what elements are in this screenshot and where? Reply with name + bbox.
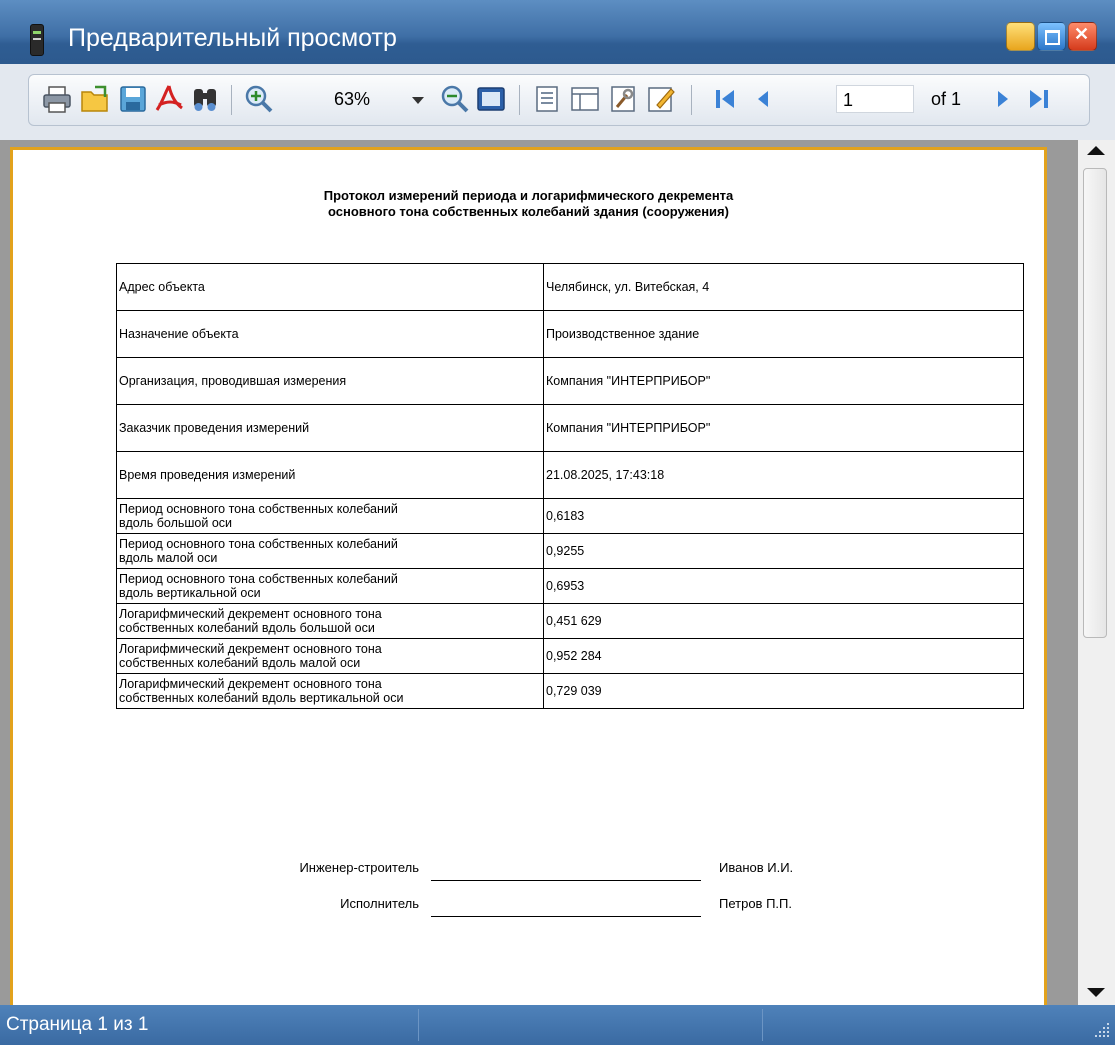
signature-role: Исполнитель [340,896,419,911]
zoom-select[interactable]: 63% [334,89,370,110]
zoom-in-icon[interactable] [243,83,275,115]
table-row: Адрес объекта Челябинск, ул. Витебская, … [116,263,1024,311]
row-key-line: Логарифмический декремент основного тона [119,642,382,656]
page-layout-icon[interactable] [569,83,601,115]
app-icon [30,24,44,56]
parameters-icon[interactable] [607,83,639,115]
status-divider [418,1009,419,1041]
row-key-line: Период основного тона собственных колеба… [119,537,398,551]
scroll-thumb[interactable] [1083,168,1107,638]
next-page-icon[interactable] [987,83,1019,115]
table-row: Логарифмический декремент основного тона… [116,603,1024,639]
page-count-label: of 1 [931,89,962,109]
row-value: 0,6953 [543,568,1024,604]
protocol-table: Адрес объекта Челябинск, ул. Витебская, … [116,263,1024,709]
row-key-line: Логарифмический декремент основного тона [119,677,382,691]
row-value: 0,6183 [543,498,1024,534]
last-page-icon[interactable] [1023,83,1055,115]
table-row: Период основного тона собственных колеба… [116,533,1024,569]
signature-name: Иванов И.И. [719,860,794,875]
table-row: Период основного тона собственных колеба… [116,498,1024,534]
row-key: Период основного тона собственных колеба… [116,568,544,604]
status-page-text: Страница 1 из 1 [6,1014,149,1035]
row-value: Компания "ИНТЕРПРИБОР" [543,357,1024,405]
toolbar-separator [691,85,692,115]
zoom-out-icon[interactable] [439,83,471,115]
row-key: Логарифмический декремент основного тона… [116,638,544,674]
document-title-line2: основного тона собственных колебаний зда… [328,204,729,219]
scroll-down-icon[interactable] [1087,988,1105,997]
table-row: Заказчик проведения измерений Компания "… [116,404,1024,452]
table-row: Логарифмический декремент основного тона… [116,673,1024,709]
row-key-line: собственных колебаний вдоль вертикальной… [119,691,404,705]
row-value: 0,729 039 [543,673,1024,709]
row-key: Назначение объекта [116,310,544,358]
status-bar: Страница 1 из 1 [0,1005,1115,1045]
table-row: Время проведения измерений 21.08.2025, 1… [116,451,1024,499]
row-value: 0,952 284 [543,638,1024,674]
pdf-icon[interactable] [153,83,185,115]
table-row: Организация, проводившая измерения Компа… [116,357,1024,405]
row-key: Время проведения измерений [116,451,544,499]
table-row: Период основного тона собственных колеба… [116,568,1024,604]
row-value: 0,451 629 [543,603,1024,639]
row-key: Логарифмический декремент основного тона… [116,603,544,639]
row-key-line: вдоль малой оси [119,551,218,565]
close-button[interactable] [1068,22,1097,51]
scroll-up-icon[interactable] [1087,146,1105,155]
open-icon[interactable] [79,83,111,115]
row-key-line: Период основного тона собственных колеба… [119,502,398,516]
row-key-line: собственных колебаний вдоль малой оси [119,656,361,670]
minimize-button[interactable] [1006,22,1035,51]
window-title: Предварительный просмотр [68,24,397,52]
row-key-line: Период основного тона собственных колеба… [119,572,398,586]
signature-role: Инженер-строитель [299,860,419,875]
row-key: Логарифмический декремент основного тона… [116,673,544,709]
resize-grip-icon[interactable] [1092,1020,1112,1040]
row-key-line: вдоль большой оси [119,516,233,530]
row-value: Компания "ИНТЕРПРИБОР" [543,404,1024,452]
status-divider [762,1009,763,1041]
table-row: Назначение объекта Производственное здан… [116,310,1024,358]
page-number-input[interactable]: 1 [836,85,914,113]
row-value: Производственное здание [543,310,1024,358]
document-title: Протокол измерений периода и логарифмиче… [13,188,1044,220]
find-icon[interactable] [189,83,221,115]
row-key: Адрес объекта [116,263,544,311]
table-row: Логарифмический декремент основного тона… [116,638,1024,674]
row-key: Период основного тона собственных колеба… [116,498,544,534]
page-setup-icon[interactable] [531,83,563,115]
document-title-line1: Протокол измерений периода и логарифмиче… [323,188,734,203]
maximize-button[interactable] [1037,22,1066,51]
page-width-icon[interactable] [475,83,507,115]
row-value: 21.08.2025, 17:43:18 [543,451,1024,499]
row-value: Челябинск, ул. Витебская, 4 [543,263,1024,311]
signature-line [431,916,701,917]
signature-line [431,880,701,881]
toolbar-separator [231,85,232,115]
row-key: Заказчик проведения измерений [116,404,544,452]
row-key-line: вдоль вертикальной оси [119,586,261,600]
edit-icon[interactable] [645,83,677,115]
toolbar-separator [519,85,520,115]
first-page-icon[interactable] [709,83,741,115]
save-icon[interactable] [117,83,149,115]
row-key-line: Логарифмический декремент основного тона [119,607,382,621]
vertical-scrollbar[interactable] [1078,140,1115,1005]
toolbar: 63% 1 of 1 [28,74,1090,126]
print-icon[interactable] [41,83,73,115]
signature-name: Петров П.П. [719,896,792,911]
row-value: 0,9255 [543,533,1024,569]
row-key: Организация, проводившая измерения [116,357,544,405]
report-page: Протокол измерений периода и логарифмиче… [10,147,1047,1007]
row-key-line: собственных колебаний вдоль большой оси [119,621,375,635]
chevron-down-icon[interactable] [412,97,424,104]
prev-page-icon[interactable] [747,83,779,115]
row-key: Период основного тона собственных колеба… [116,533,544,569]
preview-window: Предварительный просмотр ✕ 63% 1 of 1 Пр… [0,0,1115,1045]
